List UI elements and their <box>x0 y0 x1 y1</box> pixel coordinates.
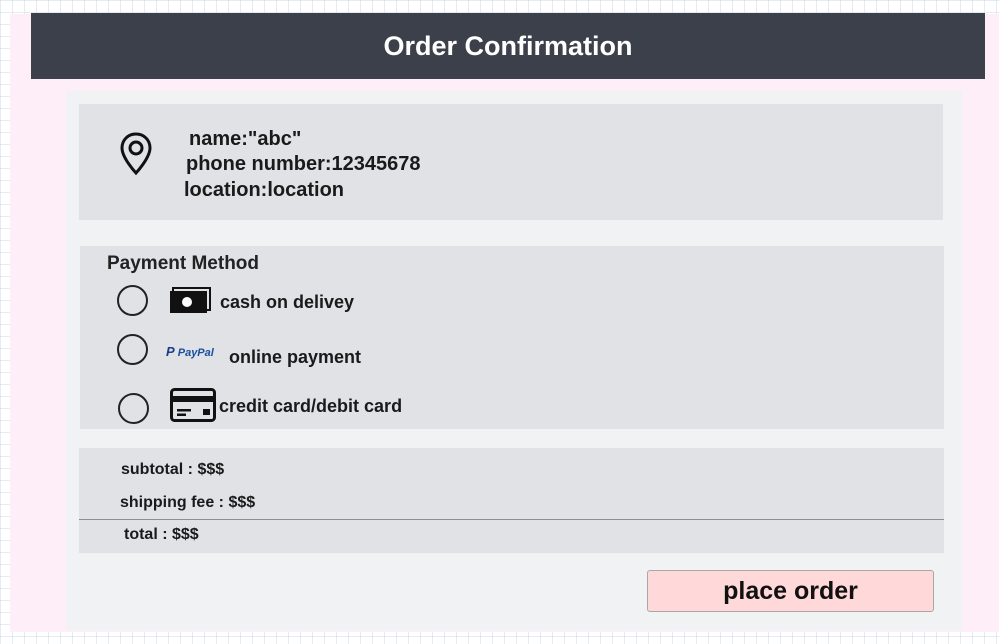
subtotal-text: subtotal : $$$ <box>121 461 225 478</box>
payment-method-title: Payment Method <box>107 253 260 274</box>
place-order-button[interactable]: place order <box>647 570 934 612</box>
radio-online-payment[interactable] <box>117 334 148 365</box>
summary-divider <box>79 519 944 520</box>
customer-phone: phone number:12345678 <box>186 153 421 175</box>
option-label-cash[interactable]: cash on delivey <box>220 292 354 313</box>
paypal-logo: P PayPal <box>166 344 214 359</box>
customer-name: name:"abc" <box>189 128 302 150</box>
total-text: total : $$$ <box>124 526 199 543</box>
page-title: Order Confirmation <box>383 30 633 61</box>
radio-cash-on-delivery[interactable] <box>117 285 148 316</box>
option-label-card[interactable]: credit card/debit card <box>219 396 402 417</box>
shipping-fee-text: shipping fee : $$$ <box>120 494 256 511</box>
radio-credit-card[interactable] <box>118 393 149 424</box>
credit-card-icon <box>170 388 216 422</box>
customer-location: location:location <box>184 179 344 201</box>
location-pin-icon <box>120 132 152 176</box>
page-header: Order Confirmation <box>31 13 985 79</box>
option-label-online[interactable]: online payment <box>229 347 361 368</box>
paypal-logo-text: PayPal <box>177 347 214 359</box>
cash-icon <box>170 287 211 313</box>
